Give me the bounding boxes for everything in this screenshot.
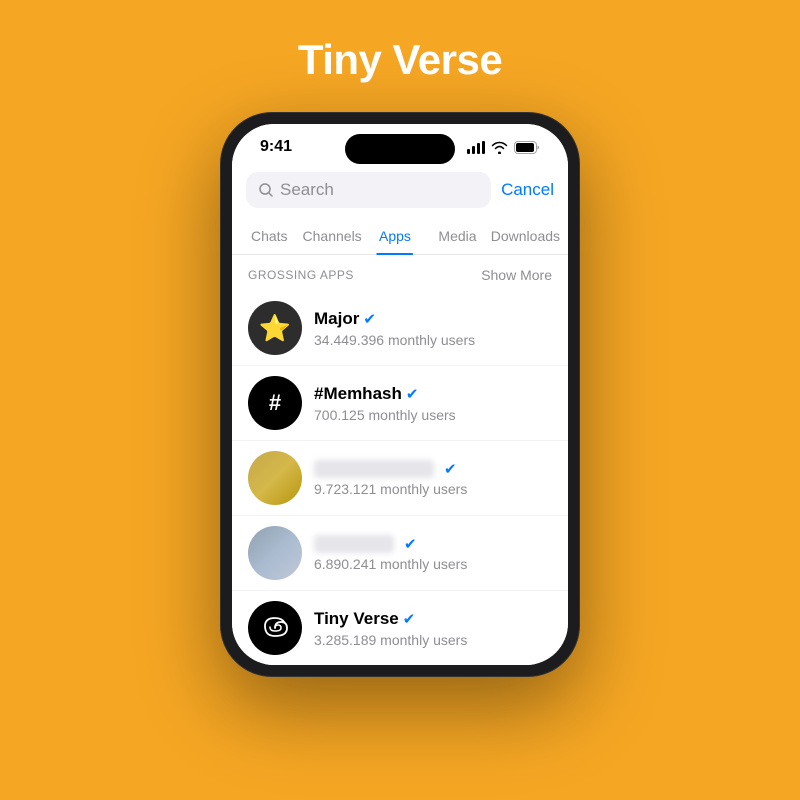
tab-chats[interactable]: Chats [238,218,301,254]
page-title: Tiny Verse [298,36,502,84]
app-users-3: 9.723.121 monthly users [314,481,552,497]
section-header: GROSSING APPS Show More [232,255,568,291]
search-bar-row: Search Cancel [232,162,568,218]
app-users-memhash: 700.125 monthly users [314,407,552,423]
app-name-row-tinyverse: Tiny Verse ✔ [314,609,552,629]
dynamic-island [345,134,455,164]
spiral-icon [260,613,290,643]
app-list: ⭐ Major ✔ 34.449.396 monthly users # [232,291,568,665]
hash-icon: # [269,390,281,416]
app-name-row-4: ✔ [314,535,552,553]
phone-mockup: 9:41 [220,112,580,677]
status-time: 9:41 [260,138,292,156]
app-avatar-memhash: # [248,376,302,430]
tab-apps[interactable]: Apps [364,218,427,254]
app-name-major: Major [314,309,359,329]
search-placeholder: Search [280,180,334,200]
app-name-blurred-3 [314,460,434,478]
app-name-tinyverse: Tiny Verse [314,609,399,629]
app-name-row-3: ✔ [314,460,552,478]
verified-badge-memhash: ✔ [406,385,419,403]
app-avatar-4 [248,526,302,580]
app-avatar-3 [248,451,302,505]
tabs-row: Chats Channels Apps Media Downloads [232,218,568,255]
tab-downloads[interactable]: Downloads [489,218,562,254]
verified-badge-tinyverse: ✔ [403,610,416,628]
verified-badge-4: ✔ [404,535,417,553]
app-item-4[interactable]: ✔ 6.890.241 monthly users [232,516,568,591]
app-name-row-major: Major ✔ [314,309,552,329]
tab-channels[interactable]: Channels [301,218,364,254]
phone-screen: 9:41 [232,124,568,665]
verified-badge-major: ✔ [363,310,376,328]
app-name-blurred-4 [314,535,394,553]
app-item-memhash[interactable]: # #Memhash ✔ 700.125 monthly users [232,366,568,441]
star-icon: ⭐ [259,313,291,344]
app-info-major: Major ✔ 34.449.396 monthly users [314,309,552,348]
app-users-4: 6.890.241 monthly users [314,556,552,572]
app-info-4: ✔ 6.890.241 monthly users [314,535,552,572]
app-avatar-tinyverse [248,601,302,655]
app-item-tinyverse[interactable]: Tiny Verse ✔ 3.285.189 monthly users [232,591,568,665]
section-label: GROSSING APPS [248,268,354,282]
battery-icon [514,141,540,154]
app-users-major: 34.449.396 monthly users [314,332,552,348]
status-bar: 9:41 [232,124,568,162]
app-item-3[interactable]: ✔ 9.723.121 monthly users [232,441,568,516]
app-name-memhash: #Memhash [314,384,402,404]
show-more-button[interactable]: Show More [481,267,552,283]
verified-badge-3: ✔ [444,460,457,478]
app-item-major[interactable]: ⭐ Major ✔ 34.449.396 monthly users [232,291,568,366]
tab-media[interactable]: Media [426,218,489,254]
app-avatar-major: ⭐ [248,301,302,355]
cancel-button[interactable]: Cancel [501,180,554,200]
status-icons [467,141,540,154]
app-info-memhash: #Memhash ✔ 700.125 monthly users [314,384,552,423]
signal-icon [467,141,485,154]
search-input-wrap[interactable]: Search [246,172,491,208]
app-name-row-memhash: #Memhash ✔ [314,384,552,404]
wifi-icon [491,141,508,154]
app-info-tinyverse: Tiny Verse ✔ 3.285.189 monthly users [314,609,552,648]
app-info-3: ✔ 9.723.121 monthly users [314,460,552,497]
app-users-tinyverse: 3.285.189 monthly users [314,632,552,648]
search-icon [258,182,274,198]
